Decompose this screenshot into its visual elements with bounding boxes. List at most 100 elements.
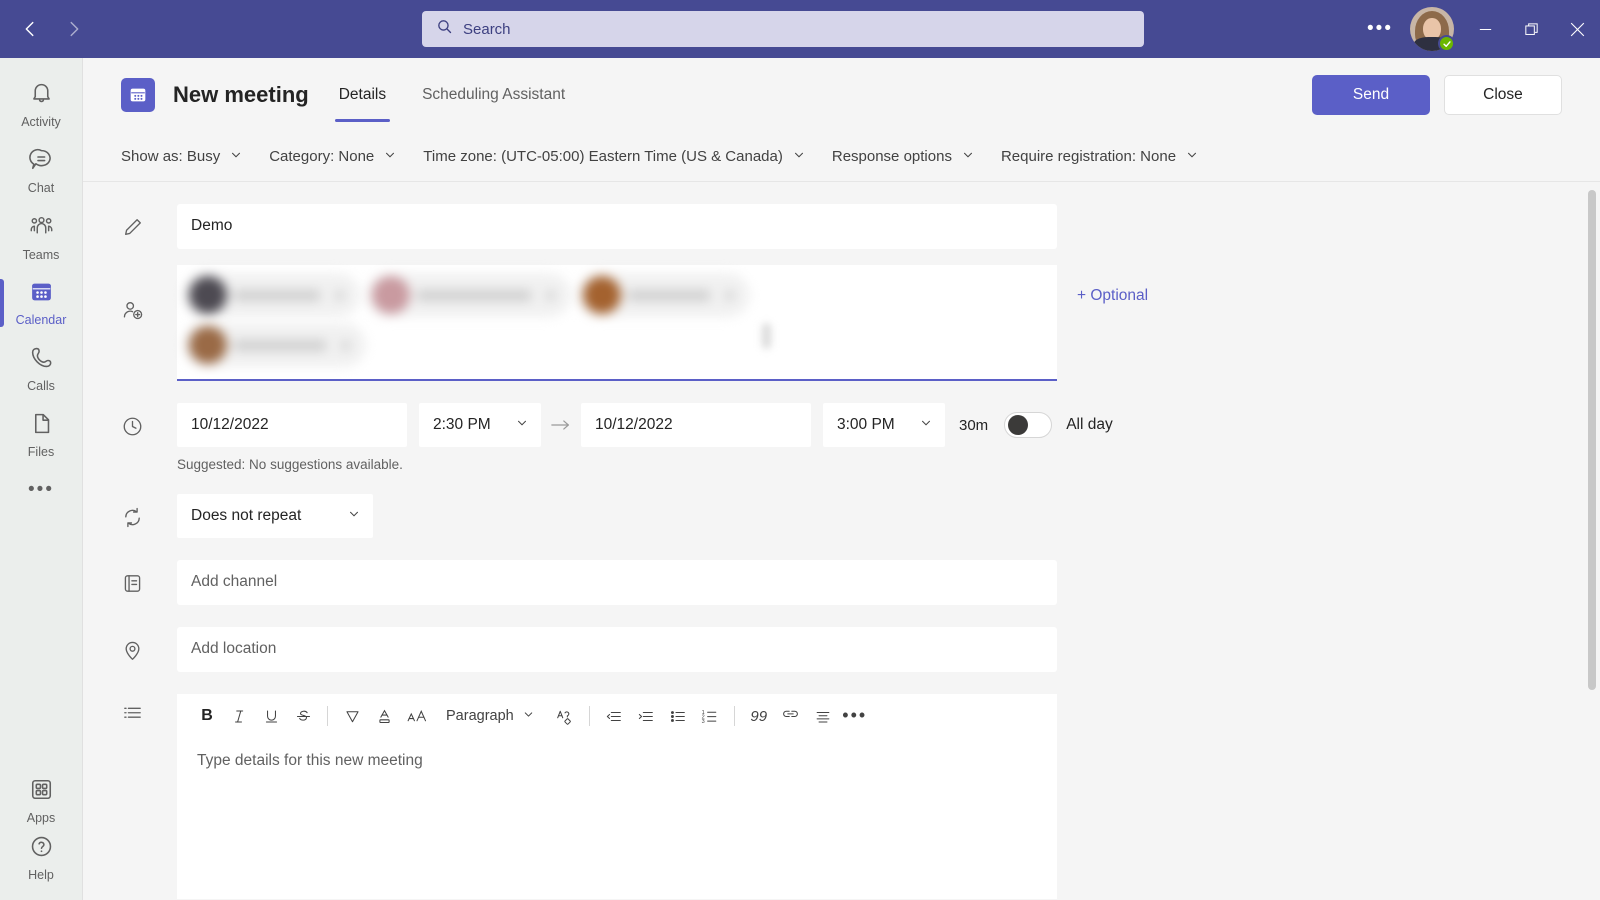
sidebar-item-activity[interactable]: Activity — [0, 72, 82, 138]
end-time-value: 3:00 PM — [837, 416, 895, 433]
start-date-input[interactable]: 10/12/2022 — [177, 403, 407, 447]
repeat-icon — [121, 494, 177, 529]
channel-field[interactable]: Add channel — [177, 560, 1057, 605]
details-row: B Paragraph 1 2 3 99 ••• Type details fo… — [83, 694, 1600, 899]
chevron-down-icon — [961, 148, 975, 166]
location-pin-icon — [121, 627, 177, 662]
clear-formatting-icon[interactable] — [549, 700, 581, 732]
toolbar-divider — [733, 706, 735, 726]
chevron-left-icon — [19, 18, 41, 40]
calendar-icon — [29, 279, 54, 309]
chevron-down-icon — [383, 148, 397, 166]
pane-header: New meeting Details Scheduling Assistant… — [83, 58, 1600, 132]
back-button[interactable] — [10, 9, 50, 49]
end-time-dropdown[interactable]: 3:00 PM — [823, 403, 945, 447]
recurrence-dropdown[interactable]: Does not repeat — [177, 494, 373, 538]
sidebar-item-chat[interactable]: Chat — [0, 138, 82, 204]
increase-indent-icon[interactable] — [630, 700, 662, 732]
recurrence-row: Does not repeat — [83, 494, 1600, 538]
attendees-input[interactable] — [177, 265, 1057, 381]
end-date-input[interactable]: 10/12/2022 — [581, 403, 811, 447]
show-as-dropdown[interactable]: Show as: Busy — [121, 148, 243, 166]
numbered-list-icon[interactable]: 123 — [694, 700, 726, 732]
details-body-input[interactable]: Type details for this new meeting — [177, 738, 1057, 899]
require-registration-dropdown[interactable]: Require registration: None — [1001, 148, 1199, 166]
attendee-pill[interactable] — [366, 273, 571, 317]
meeting-title-input[interactable]: Demo — [177, 204, 1057, 248]
sidebar-item-files[interactable]: Files — [0, 402, 82, 468]
tab-scheduling-assistant[interactable]: Scheduling Assistant — [418, 58, 569, 132]
svg-text:3: 3 — [702, 718, 705, 724]
sidebar-item-help[interactable]: Help — [0, 834, 82, 900]
vertical-scrollbar[interactable] — [1588, 190, 1596, 870]
show-as-label: Show as: Busy — [121, 148, 221, 165]
minimize-button[interactable] — [1462, 0, 1508, 58]
toolbar-divider — [588, 706, 590, 726]
avatar[interactable] — [1410, 7, 1455, 52]
close-window-button[interactable] — [1554, 0, 1600, 58]
details-editor: B Paragraph 1 2 3 99 ••• Type details fo… — [177, 694, 1057, 899]
sidebar-item-apps[interactable]: Apps — [0, 768, 82, 834]
start-time-dropdown[interactable]: 2:30 PM — [419, 403, 541, 447]
sidebar-item-label: Calendar — [15, 313, 67, 327]
location-input[interactable]: Add location — [177, 627, 1057, 671]
sidebar-item-calls[interactable]: Calls — [0, 336, 82, 402]
search-bar[interactable]: Search — [422, 11, 1144, 47]
clock-icon — [121, 403, 177, 438]
apps-icon — [29, 777, 54, 807]
meeting-title-field[interactable]: Demo — [177, 204, 1057, 249]
font-size-icon[interactable] — [400, 700, 432, 732]
sidebar-more-apps-button[interactable]: ••• — [0, 468, 82, 512]
quote-icon[interactable]: 99 — [743, 700, 775, 732]
suggested-times-text: Suggested: No suggestions available. — [177, 457, 403, 472]
bold-icon[interactable]: B — [191, 700, 223, 732]
sidebar-item-calendar[interactable]: Calendar — [0, 270, 82, 336]
decrease-indent-icon[interactable] — [598, 700, 630, 732]
title-bar: Search ••• — [0, 0, 1600, 58]
align-icon[interactable] — [807, 700, 839, 732]
page-title: New meeting — [173, 82, 309, 107]
italic-icon[interactable] — [223, 700, 255, 732]
paragraph-style-dropdown[interactable]: Paragraph — [438, 700, 543, 732]
attendee-pill[interactable] — [183, 273, 360, 317]
link-icon[interactable] — [775, 700, 807, 732]
response-options-dropdown[interactable]: Response options — [832, 148, 975, 166]
chevron-down-icon — [919, 416, 933, 435]
strikethrough-icon[interactable] — [287, 700, 319, 732]
all-day-toggle[interactable] — [1004, 412, 1053, 438]
sidebar-item-teams[interactable]: Teams — [0, 204, 82, 270]
forward-button[interactable] — [54, 9, 94, 49]
timezone-dropdown[interactable]: Time zone: (UTC-05:00) Eastern Time (US … — [423, 148, 806, 166]
text-caret — [762, 323, 771, 349]
highlight-icon[interactable] — [336, 700, 368, 732]
font-color-icon[interactable] — [368, 700, 400, 732]
channel-icon — [121, 560, 177, 595]
tab-strip: Details Scheduling Assistant — [334, 58, 597, 132]
datetime-controls: 10/12/2022 2:30 PM 10/12/2022 3:00 PM 30… — [177, 403, 1113, 447]
location-field[interactable]: Add location — [177, 627, 1057, 672]
datetime-row: 10/12/2022 2:30 PM 10/12/2022 3:00 PM 30… — [83, 403, 1600, 447]
sidebar-item-label: Calls — [27, 379, 55, 393]
category-label: Category: None — [269, 148, 375, 165]
attendee-pill[interactable] — [183, 323, 366, 367]
search-input[interactable]: Search — [422, 11, 1144, 47]
settings-more-button[interactable]: ••• — [1360, 9, 1400, 49]
tab-details[interactable]: Details — [334, 58, 391, 132]
close-button[interactable]: Close — [1444, 75, 1562, 115]
send-button[interactable]: Send — [1312, 75, 1430, 115]
teams-icon — [28, 212, 55, 244]
channel-input[interactable]: Add channel — [177, 560, 1057, 604]
category-dropdown[interactable]: Category: None — [269, 148, 397, 166]
attendee-pill[interactable] — [577, 273, 750, 317]
underline-icon[interactable] — [255, 700, 287, 732]
attendees-row: + Optional — [83, 265, 1600, 381]
maximize-restore-button[interactable] — [1508, 0, 1554, 58]
app-rail: Activity Chat Teams Calendar Calls Files… — [0, 58, 82, 900]
scrollbar-thumb[interactable] — [1588, 190, 1596, 690]
start-time-value: 2:30 PM — [433, 416, 491, 433]
toggle-knob — [1008, 415, 1029, 435]
bulleted-list-icon[interactable] — [662, 700, 694, 732]
chevron-down-icon — [229, 148, 243, 166]
more-options-icon[interactable]: ••• — [839, 700, 871, 732]
add-optional-attendees-link[interactable]: + Optional — [1077, 287, 1148, 305]
